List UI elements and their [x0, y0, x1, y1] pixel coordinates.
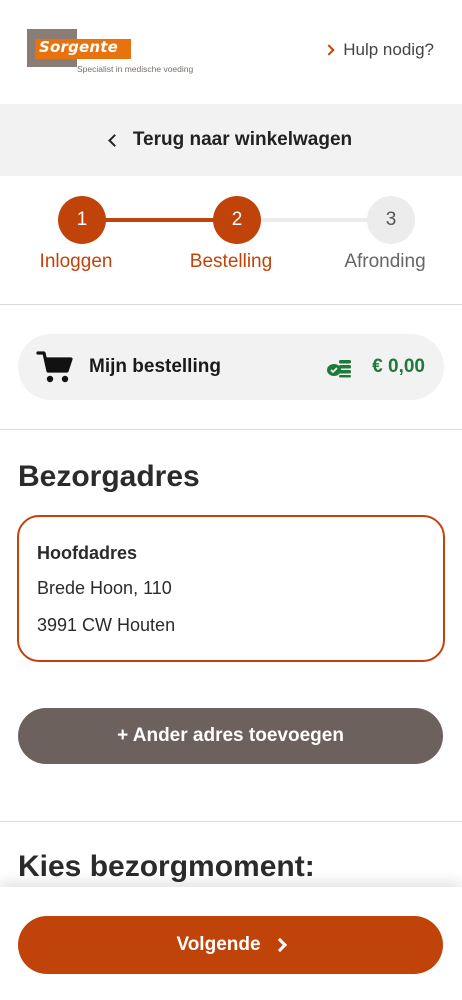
step-1-circle[interactable]: 1 [58, 196, 106, 244]
help-label: Hulp nodig? [343, 40, 434, 59]
coins-icon [327, 360, 351, 378]
chevron-right-icon [323, 44, 335, 56]
checkout-progress: 1 2 3 Inloggen Bestelling Afronding [0, 176, 462, 305]
help-link[interactable]: Hulp nodig? [323, 40, 434, 60]
step-3-circle: 3 [367, 196, 415, 244]
address-street: Brede Hoon, 110 [37, 578, 172, 598]
address-name: Hoofdadres [37, 543, 138, 563]
add-address-button[interactable]: + Ander adres toevoegen [18, 708, 443, 764]
step-1-label[interactable]: Inloggen [6, 251, 146, 273]
logo-text: Sorgente [39, 38, 119, 56]
logo[interactable]: Sorgente Specialist in medische voeding [27, 29, 217, 79]
step-3-label: Afronding [344, 251, 426, 272]
address-card-selected[interactable]: Hoofdadres Brede Hoon, 110 3991 CW Houte… [17, 515, 445, 662]
next-button-label: Volgende [176, 934, 261, 955]
chevron-right-icon [272, 937, 287, 953]
chevron-left-icon [107, 134, 121, 147]
header: Sorgente Specialist in medische voeding … [0, 0, 462, 104]
step-2-circle: 2 [213, 196, 261, 244]
back-to-cart-label: Terug naar winkelwagen [132, 129, 353, 150]
cart-icon [36, 351, 73, 383]
divider [0, 429, 462, 430]
delivery-moment-title: Kies bezorgmoment: [18, 850, 315, 883]
logo-tagline: Specialist in medische voeding [77, 64, 194, 74]
order-total-price: € 0,00 [372, 356, 425, 377]
step-2-label: Bestelling [189, 251, 273, 272]
delivery-address-title: Bezorgadres [18, 460, 200, 493]
sticky-footer: Volgende [0, 887, 462, 1000]
back-to-cart-link[interactable]: Terug naar winkelwagen [0, 104, 462, 176]
divider [0, 821, 462, 822]
next-button[interactable]: Volgende [18, 916, 443, 974]
my-order-summary[interactable]: Mijn bestelling € 0,00 [18, 334, 444, 400]
address-city: 3991 CW Houten [37, 615, 176, 635]
my-order-label: Mijn bestelling [89, 356, 221, 377]
